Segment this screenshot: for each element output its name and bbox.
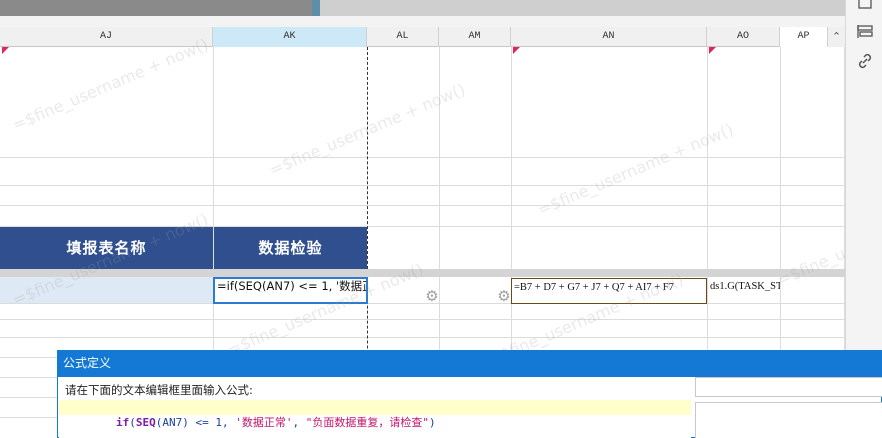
formula-token: ( xyxy=(129,416,136,429)
comment-marker[interactable] xyxy=(513,47,520,54)
function-list[interactable] xyxy=(695,402,882,438)
comment-marker[interactable] xyxy=(2,47,9,54)
column-header-am[interactable]: AM xyxy=(439,27,511,47)
cell-aj7[interactable] xyxy=(0,277,213,303)
link-icon[interactable] xyxy=(855,51,875,71)
dialog-title[interactable]: 公式定义 xyxy=(58,351,882,377)
formula-token: SEQ xyxy=(135,416,156,429)
cell-ak7-formula[interactable]: =if(SEQ(AN7) <= 1, '数据正常', "页面数据重复，请检查") xyxy=(213,277,368,304)
chevron-up-icon: ⌃ xyxy=(831,31,842,43)
gear-icon[interactable]: ⚙ xyxy=(425,289,439,304)
cell-an7-formula[interactable]: =B7 + D7 + G7 + J7 + Q7 + AI7 + F7 xyxy=(511,278,707,304)
column-header-ao[interactable]: AO xyxy=(707,27,780,47)
layers-icon[interactable] xyxy=(855,22,875,42)
column-header-an[interactable]: AN xyxy=(511,27,707,47)
cell-ao7-formula[interactable]: ds1.G(TASK_STATE) xyxy=(708,278,780,304)
comment-marker[interactable] xyxy=(709,47,716,54)
gear-icon[interactable]: ⚙ xyxy=(497,289,511,304)
column-header-al[interactable]: AL xyxy=(367,27,439,47)
column-header-ap[interactable]: AP xyxy=(780,27,828,47)
spreadsheet-designer: AJ AK AL AM AN AO AP ⌃ 填报表名称 数据检验 ⚙ ⚙ =i… xyxy=(0,0,882,438)
formula-editor-line[interactable]: if(SEQ(AN7) <= 1, '数据正常', "负面数据重复，请检查") xyxy=(59,400,691,429)
formula-definition-dialog: 公式定义 请在下面的文本编辑框里面输入公式: if(SEQ(AN7) <= 1,… xyxy=(57,350,882,438)
toolbar-gap xyxy=(0,16,845,27)
formula-token: if xyxy=(115,416,130,429)
header-cell-data-check[interactable]: 数据检验 xyxy=(214,227,367,269)
toolbar-tab[interactable] xyxy=(312,0,320,16)
cell-an7-text: =B7 + D7 + G7 + J7 + Q7 + AI7 + F7 xyxy=(514,282,674,293)
cell-ao7-text: ds1.G(TASK_STATE) xyxy=(710,281,780,292)
formula-token: "负面数据重复，请检查" xyxy=(305,416,429,429)
separator-band xyxy=(0,269,845,277)
toolbar-area xyxy=(320,0,845,16)
dialog-prompt: 请在下面的文本编辑框里面输入公式: xyxy=(65,383,253,397)
header-cell-report-name[interactable]: 填报表名称 xyxy=(0,227,213,269)
scroll-up-button[interactable]: ⌃ xyxy=(828,27,845,47)
formula-token: , xyxy=(292,416,306,429)
column-header-ak[interactable]: AK xyxy=(213,27,367,47)
function-search-input[interactable] xyxy=(695,377,882,397)
formula-token: (AN7) <= 1, xyxy=(155,416,236,429)
column-header-row: AJ AK AL AM AN AO AP xyxy=(0,27,845,47)
column-header-aj[interactable]: AJ xyxy=(0,27,213,47)
formula-token: ) xyxy=(428,416,436,429)
formula-token: '数据正常' xyxy=(235,416,293,429)
cell-ak7-text: =if(SEQ(AN7) <= 1, '数据正常', "页面数据重复，请检查") xyxy=(217,279,366,293)
panel-icon[interactable] xyxy=(855,0,875,14)
formula-editor[interactable]: if(SEQ(AN7) <= 1, '数据正常', "负面数据重复，请检查") xyxy=(59,400,691,438)
